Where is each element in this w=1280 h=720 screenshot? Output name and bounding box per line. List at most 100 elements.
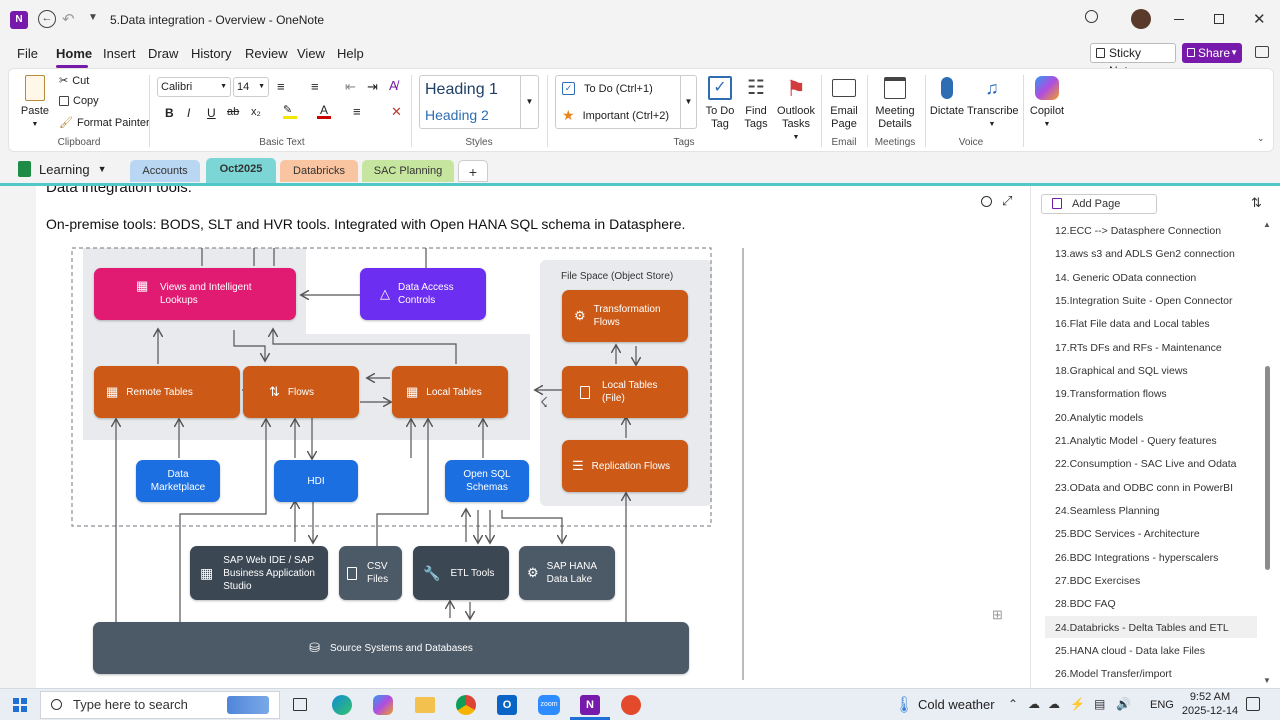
edge-icon[interactable] bbox=[332, 695, 352, 715]
app-icon[interactable] bbox=[621, 695, 641, 715]
menu-help[interactable]: Help bbox=[337, 46, 364, 61]
close-icon[interactable]: ✕ bbox=[1253, 10, 1266, 28]
page-item[interactable]: 12.ECC --> Datasphere Connection bbox=[1055, 225, 1221, 237]
page-item[interactable]: 24.Seamless Planning bbox=[1055, 505, 1159, 517]
clock[interactable]: 9:52 AM 2025-12-14 bbox=[1180, 690, 1240, 718]
add-section-button[interactable]: + bbox=[458, 160, 488, 182]
transcribe-button[interactable]: ♫ Transcribe ▼ bbox=[967, 73, 1019, 131]
weather-label[interactable]: Cold weather bbox=[918, 697, 995, 712]
menu-history[interactable]: History bbox=[191, 46, 231, 61]
email-page-button[interactable]: Email Page bbox=[827, 73, 861, 131]
dictate-button[interactable]: Dictate bbox=[929, 73, 965, 118]
outdent-icon[interactable]: ⇤ bbox=[345, 79, 356, 95]
notification-icon[interactable] bbox=[1246, 697, 1260, 711]
sort-icon[interactable]: ⇅ bbox=[1251, 195, 1262, 211]
add-page-button[interactable]: Add Page bbox=[1041, 194, 1157, 214]
network-icon[interactable]: ▤ bbox=[1094, 697, 1105, 711]
menu-view[interactable]: View bbox=[297, 46, 325, 61]
page-search-icon[interactable] bbox=[981, 196, 992, 207]
style-heading-1[interactable]: Heading 1 bbox=[425, 81, 498, 99]
notebook-selector[interactable]: Learning ▼ bbox=[18, 161, 107, 177]
file-explorer-icon[interactable] bbox=[415, 697, 435, 713]
chrome-icon[interactable] bbox=[456, 695, 476, 715]
page-item[interactable]: 14. Generic OData connection bbox=[1055, 272, 1196, 284]
clear-format-icon[interactable]: A̸ bbox=[389, 78, 398, 93]
page-item[interactable]: 27.BDC Exercises bbox=[1055, 575, 1140, 587]
add-paragraph-icon[interactable]: ⊞ bbox=[992, 607, 1003, 623]
font-color-icon[interactable]: A bbox=[317, 103, 331, 119]
chevron-up-icon[interactable]: ⌃ bbox=[1008, 697, 1018, 711]
strikethrough-icon[interactable]: ab bbox=[227, 106, 239, 118]
scrollbar-thumb[interactable] bbox=[1265, 366, 1270, 570]
indent-icon[interactable]: ⇥ bbox=[367, 79, 378, 95]
highlight-icon[interactable]: ✎ bbox=[283, 103, 297, 119]
tags-more-icon[interactable]: ▼ bbox=[680, 76, 696, 128]
page-item[interactable]: 21.Analytic Model - Query features bbox=[1055, 435, 1217, 447]
page-item[interactable]: 15.Integration Suite - Open Connector bbox=[1055, 295, 1232, 307]
quick-access-dropdown-icon[interactable]: ▼ bbox=[88, 12, 98, 23]
find-tags-button[interactable]: ☷ Find Tags bbox=[739, 73, 773, 131]
tab-oct2025[interactable]: Oct2025 bbox=[206, 158, 276, 183]
tab-accounts[interactable]: Accounts bbox=[130, 160, 200, 182]
page-item[interactable]: 19.Transformation flows bbox=[1055, 388, 1167, 400]
page-item[interactable]: 20.Analytic models bbox=[1055, 412, 1143, 424]
important-tag-item[interactable]: ★ Important (Ctrl+2) bbox=[562, 107, 669, 124]
copilot-button[interactable]: Copilot ▼ bbox=[1027, 73, 1067, 131]
style-heading-2[interactable]: Heading 2 bbox=[425, 107, 489, 123]
windows-start-icon[interactable] bbox=[13, 698, 27, 712]
sticky-notes-button[interactable]: Sticky Notes bbox=[1090, 43, 1176, 78]
cut-button[interactable]: ✂ Cut bbox=[59, 74, 89, 88]
numbering-icon[interactable]: ≡ bbox=[311, 79, 319, 94]
task-view-icon[interactable] bbox=[293, 698, 307, 711]
undo-icon[interactable]: ↶ bbox=[62, 10, 75, 28]
tab-sac-planning[interactable]: SAC Planning bbox=[362, 160, 454, 182]
menu-draw[interactable]: Draw bbox=[148, 46, 178, 61]
styles-more-icon[interactable]: ▼ bbox=[520, 76, 538, 128]
share-button[interactable]: Share ▼ bbox=[1182, 43, 1242, 63]
page-item[interactable]: 24.Databricks - Delta Tables and ETL bbox=[1055, 622, 1229, 634]
note-text-line[interactable]: On-premise tools: BODS, SLT and HVR tool… bbox=[46, 216, 685, 232]
volume-icon[interactable]: 🔊 bbox=[1116, 697, 1131, 711]
zoom-icon[interactable]: zoom bbox=[538, 695, 560, 715]
back-icon[interactable]: ← bbox=[38, 10, 56, 28]
page-item[interactable]: 26.BDC Integrations - hyperscalers bbox=[1055, 552, 1218, 564]
note-canvas[interactable]: Data integration tools: On-premise tools… bbox=[36, 186, 866, 688]
paste-button[interactable]: Paste ▼ bbox=[17, 73, 53, 131]
bold-icon[interactable]: B bbox=[165, 106, 174, 120]
copy-button[interactable]: Copy bbox=[59, 95, 99, 107]
onenote-taskbar-icon[interactable]: N bbox=[580, 695, 600, 715]
taskbar-search-box[interactable]: Type here to search bbox=[40, 691, 280, 719]
search-icon[interactable] bbox=[1085, 10, 1098, 23]
scroll-up-icon[interactable]: ▲ bbox=[1263, 220, 1271, 229]
feedback-icon[interactable] bbox=[1255, 46, 1269, 58]
align-icon[interactable]: ≡ bbox=[353, 104, 361, 119]
maximize-icon[interactable] bbox=[1214, 14, 1224, 24]
font-size-select[interactable]: 14 ▼ bbox=[233, 77, 269, 97]
page-item[interactable]: 22.Consumption - SAC Live and Odata bbox=[1055, 458, 1237, 470]
menu-file[interactable]: File bbox=[17, 46, 38, 61]
page-item[interactable]: 25.HANA cloud - Data lake Files bbox=[1055, 645, 1205, 657]
styles-gallery[interactable]: Heading 1 Heading 2 ▼ bbox=[419, 75, 539, 129]
copilot-taskbar-icon[interactable] bbox=[373, 695, 393, 715]
page-item[interactable]: 16.Flat File data and Local tables bbox=[1055, 318, 1210, 330]
page-item[interactable]: 28.BDC FAQ bbox=[1055, 598, 1116, 610]
tags-gallery[interactable]: ✓ To Do (Ctrl+1) ★ Important (Ctrl+2) ▼ bbox=[555, 75, 697, 129]
font-family-select[interactable]: Calibri ▼ bbox=[157, 77, 231, 97]
language-indicator[interactable]: ENG bbox=[1150, 699, 1174, 711]
page-item[interactable]: 17.RTs DFs and RFs - Maintenance bbox=[1055, 342, 1222, 354]
meeting-details-button[interactable]: Meeting Details bbox=[871, 73, 919, 131]
subscript-icon[interactable]: x₂ bbox=[251, 106, 261, 118]
todo-tag-button[interactable]: ✓ To Do Tag bbox=[702, 73, 738, 131]
outlook-icon[interactable]: O bbox=[497, 695, 517, 715]
underline-icon[interactable]: U bbox=[207, 106, 216, 120]
todo-tag-item[interactable]: ✓ To Do (Ctrl+1) bbox=[562, 82, 653, 95]
page-item[interactable]: 13.aws s3 and ADLS Gen2 connection bbox=[1055, 248, 1235, 260]
italic-icon[interactable]: I bbox=[187, 106, 190, 120]
page-item[interactable]: 23.OData and ODBC conn in PowerBI bbox=[1055, 482, 1233, 494]
menu-home[interactable]: Home bbox=[56, 46, 92, 61]
avatar[interactable] bbox=[1131, 9, 1151, 29]
scroll-down-icon[interactable]: ▼ bbox=[1263, 676, 1271, 685]
menu-review[interactable]: Review bbox=[245, 46, 288, 61]
expand-icon[interactable]: ⤢ bbox=[1002, 193, 1012, 209]
tab-databricks[interactable]: Databricks bbox=[280, 160, 358, 182]
